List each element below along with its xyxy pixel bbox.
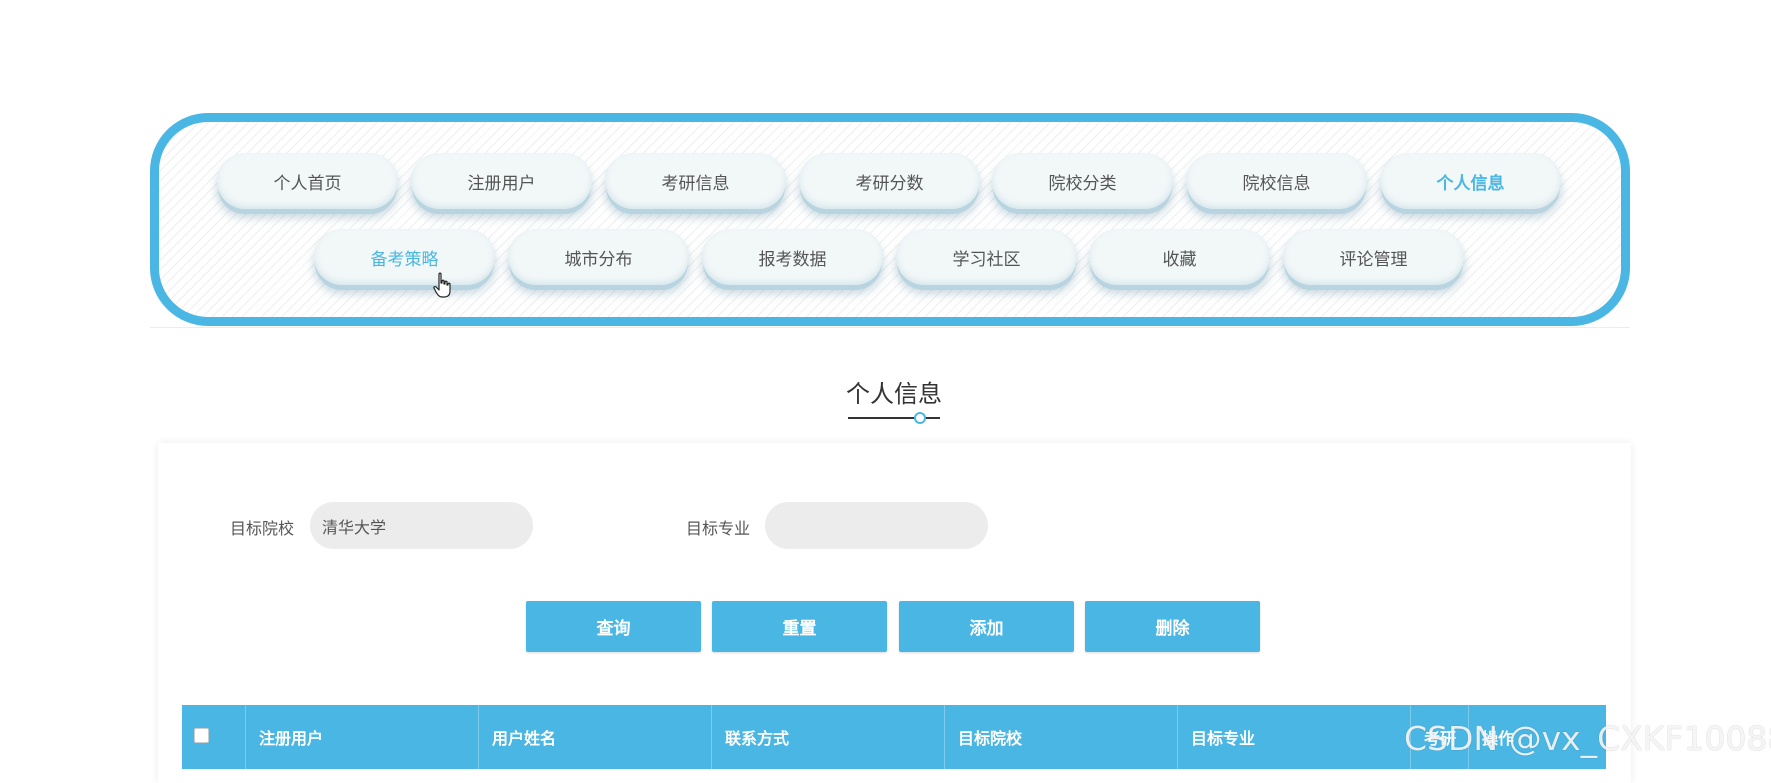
title-underline bbox=[848, 417, 940, 419]
nav-item-study-community[interactable]: 学习社区 bbox=[896, 229, 1077, 285]
nav-item-study-strategy[interactable]: 备考策略 bbox=[314, 229, 495, 285]
target-school-label: 目标院校 bbox=[230, 519, 295, 538]
column-header-target-school: 目标院校 bbox=[945, 705, 1178, 769]
reset-button[interactable]: 重置 bbox=[712, 601, 887, 652]
column-header-target-major: 目标专业 bbox=[1178, 705, 1411, 769]
target-major-input[interactable] bbox=[765, 502, 988, 549]
nav-item-city-distribution[interactable]: 城市分布 bbox=[508, 229, 689, 285]
nav-item-personal-home[interactable]: 个人首页 bbox=[217, 153, 398, 209]
nav-item-school-category[interactable]: 院校分类 bbox=[992, 153, 1173, 209]
nav-item-comment-management[interactable]: 评论管理 bbox=[1283, 229, 1464, 285]
nav-divider bbox=[150, 327, 1630, 328]
nav-item-exam-info[interactable]: 考研信息 bbox=[605, 153, 786, 209]
table-header: 注册用户 用户姓名 联系方式 目标院校 目标专业 考研 操作 bbox=[182, 705, 1606, 769]
nav-item-application-data[interactable]: 报考数据 bbox=[702, 229, 883, 285]
column-header-registered-user: 注册用户 bbox=[246, 705, 479, 769]
hand-pointer-cursor-icon bbox=[433, 272, 451, 298]
delete-button[interactable]: 删除 bbox=[1085, 601, 1260, 652]
column-header-contact: 联系方式 bbox=[712, 705, 945, 769]
title-underline-dot bbox=[914, 412, 926, 424]
select-all-checkbox[interactable] bbox=[194, 728, 209, 743]
target-school-input[interactable] bbox=[310, 502, 533, 549]
add-button[interactable]: 添加 bbox=[899, 601, 1074, 652]
column-header-user-name: 用户姓名 bbox=[479, 705, 712, 769]
page-title: 个人信息 bbox=[846, 380, 942, 408]
query-button[interactable]: 查询 bbox=[526, 601, 701, 652]
nav-item-personal-info[interactable]: 个人信息 bbox=[1380, 153, 1561, 209]
nav-item-registered-users[interactable]: 注册用户 bbox=[411, 153, 592, 209]
nav-frame bbox=[150, 113, 1630, 326]
nav-item-favorites[interactable]: 收藏 bbox=[1089, 229, 1270, 285]
watermark: CSDN @vx_CXKF10088 bbox=[1404, 719, 1771, 758]
target-major-label: 目标专业 bbox=[686, 519, 751, 538]
nav-item-school-info[interactable]: 院校信息 bbox=[1186, 153, 1367, 209]
nav-item-exam-scores[interactable]: 考研分数 bbox=[799, 153, 980, 209]
table-header-select-cell bbox=[182, 705, 246, 769]
